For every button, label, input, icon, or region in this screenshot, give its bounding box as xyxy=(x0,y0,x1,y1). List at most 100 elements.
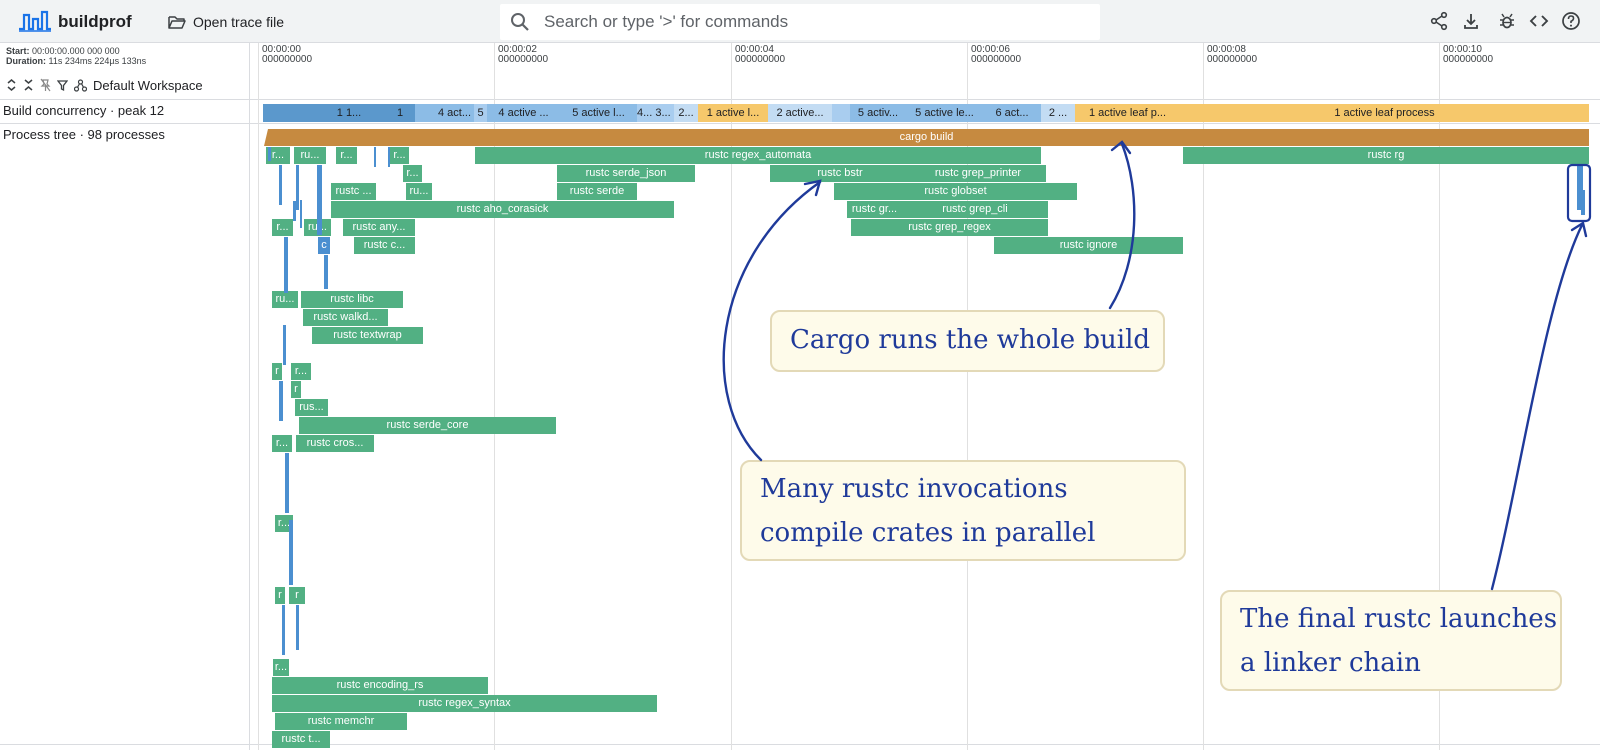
process-bar[interactable]: r... xyxy=(273,659,289,676)
process-bar[interactable]: r xyxy=(272,363,282,380)
concurrency-segment[interactable]: 5 active le... xyxy=(906,104,983,122)
process-bar[interactable]: rustc c... xyxy=(354,237,415,254)
concurrency-segment[interactable]: 2... xyxy=(674,104,698,122)
process-bar[interactable]: r xyxy=(289,587,305,604)
annotation-linker-line2: a linker chain xyxy=(1240,648,1421,678)
process-bar[interactable]: rustc grep_cli xyxy=(902,201,1048,218)
process-bar[interactable]: rustc ... xyxy=(331,183,376,200)
process-bar[interactable]: r... xyxy=(291,363,311,380)
child-process-sliver[interactable] xyxy=(282,605,285,655)
child-process-sliver[interactable] xyxy=(317,165,322,235)
concurrency-segment[interactable]: 1 active l... xyxy=(698,104,768,122)
collapse-all-icon[interactable] xyxy=(23,78,34,92)
process-bar[interactable]: ru... xyxy=(294,147,326,164)
download-icon[interactable] xyxy=(1461,11,1481,31)
concurrency-segment[interactable] xyxy=(832,104,850,122)
child-process-sliver[interactable] xyxy=(296,605,299,650)
concurrency-segment[interactable]: 4... xyxy=(637,104,652,122)
cargo-process-bar[interactable]: cargo build xyxy=(264,129,1589,146)
concurrency-segment[interactable]: 2 active... xyxy=(768,104,832,122)
child-process-sliver[interactable] xyxy=(283,325,286,365)
concurrency-segment[interactable]: 1 1... xyxy=(313,104,385,122)
search-input[interactable] xyxy=(544,4,1084,40)
gridline xyxy=(258,43,259,750)
process-bar[interactable]: rustc memchr xyxy=(275,713,407,730)
process-bar[interactable]: ru... xyxy=(406,183,432,200)
process-bar[interactable]: rustc rg xyxy=(1183,147,1589,164)
process-bar[interactable]: r... xyxy=(272,435,292,452)
process-bar[interactable]: rustc walkd... xyxy=(303,309,388,326)
process-bar[interactable]: r... xyxy=(272,219,293,236)
process-bar[interactable]: rustc grep_printer xyxy=(910,165,1046,182)
process-bar[interactable]: rustc libc xyxy=(301,291,403,308)
concurrency-segment[interactable]: 5 xyxy=(474,104,487,122)
concurrency-segment[interactable]: 5 activ... xyxy=(850,104,906,122)
process-bar[interactable]: rustc aho_corasick xyxy=(331,201,674,218)
search-icon xyxy=(511,13,529,31)
child-process-sliver[interactable] xyxy=(289,520,293,585)
process-bar[interactable]: rus... xyxy=(295,399,328,416)
concurrency-segment[interactable]: 1 active leaf process xyxy=(1180,104,1589,122)
concurrency-segment[interactable]: 4 active ... xyxy=(487,104,560,122)
process-bar[interactable]: r xyxy=(275,587,285,604)
child-process-sliver[interactable] xyxy=(268,147,271,161)
process-bar[interactable]: rustc textwrap xyxy=(312,327,423,344)
track-label-concurrency[interactable]: Build concurrency · peak 12 xyxy=(3,103,164,118)
unpin-icon[interactable] xyxy=(40,78,51,92)
tick-label: 00:00:10 000000000 xyxy=(1443,44,1494,65)
tick-label: 00:00:02 000000000 xyxy=(498,44,549,65)
open-trace-label: Open trace file xyxy=(193,14,285,30)
process-bar[interactable]: rustc regex_automata xyxy=(475,147,1041,164)
child-process-sliver[interactable] xyxy=(374,147,376,167)
process-bar[interactable]: r... xyxy=(403,165,422,182)
process-bar[interactable]: r xyxy=(291,381,301,398)
process-bar[interactable]: rustc bstr xyxy=(770,165,910,182)
child-process-sliver[interactable] xyxy=(279,381,283,421)
concurrency-segment[interactable]: 6 act... xyxy=(983,104,1041,122)
process-bar[interactable]: rustc gr... xyxy=(847,201,902,218)
process-bar[interactable]: rustc serde_core xyxy=(299,417,556,434)
child-process-sliver[interactable] xyxy=(285,453,289,513)
help-icon[interactable] xyxy=(1561,11,1581,31)
concurrency-segment[interactable]: 5 active l... xyxy=(560,104,637,122)
concurrency-segment[interactable] xyxy=(263,104,313,122)
child-process-sliver[interactable] xyxy=(300,200,302,228)
process-bar[interactable]: rustc encoding_rs xyxy=(272,677,488,694)
omnibox[interactable] xyxy=(500,4,1100,40)
child-process-sliver[interactable] xyxy=(284,237,288,293)
process-bar[interactable]: rustc ignore xyxy=(994,237,1183,254)
track-labels-panel: Start: 00:00:00.000 000 000 Duration: 11… xyxy=(0,43,250,750)
concurrency-segment[interactable]: 1 xyxy=(385,104,415,122)
child-process-sliver[interactable] xyxy=(296,165,299,210)
process-bar[interactable]: ru... xyxy=(272,291,298,308)
track-label-process-tree[interactable]: Process tree · 98 processes xyxy=(3,127,165,142)
process-bar[interactable]: rustc serde xyxy=(557,183,637,200)
process-bar[interactable]: rustc serde_json xyxy=(557,165,695,182)
buildprof-logo-icon xyxy=(19,10,51,32)
process-bar[interactable]: rustc t... xyxy=(272,731,330,748)
child-process-sliver[interactable] xyxy=(324,255,328,289)
process-bar[interactable]: rustc any... xyxy=(343,219,415,236)
concurrency-segment[interactable]: 3... xyxy=(652,104,674,122)
process-bar[interactable]: rustc globset xyxy=(834,183,1077,200)
open-trace-button[interactable]: Open trace file xyxy=(168,10,284,34)
expand-all-icon[interactable] xyxy=(6,78,17,92)
process-bar[interactable]: rustc grep_regex xyxy=(851,219,1048,236)
share-icon[interactable] xyxy=(1429,11,1449,31)
child-process-sliver[interactable] xyxy=(279,165,282,205)
process-bar[interactable]: c xyxy=(318,237,330,254)
code-icon[interactable] xyxy=(1529,11,1549,31)
process-bar[interactable]: rustc regex_syntax xyxy=(272,695,657,712)
concurrency-segment[interactable]: 1 active leaf p... xyxy=(1075,104,1180,122)
process-bar[interactable]: r... xyxy=(336,147,357,164)
workspace-selector[interactable]: Default Workspace xyxy=(93,78,203,93)
child-process-sliver[interactable] xyxy=(388,147,390,167)
concurrency-segment[interactable]: 2 ... xyxy=(1041,104,1075,122)
process-bar[interactable]: rustc cros... xyxy=(296,435,374,452)
child-process-sliver[interactable] xyxy=(1581,190,1585,215)
concurrency-segment[interactable] xyxy=(415,104,435,122)
bug-icon[interactable] xyxy=(1497,11,1517,31)
concurrency-segment[interactable]: 4 act... xyxy=(435,104,474,122)
filter-icon[interactable] xyxy=(57,78,68,92)
process-bar[interactable]: r... xyxy=(390,147,409,164)
